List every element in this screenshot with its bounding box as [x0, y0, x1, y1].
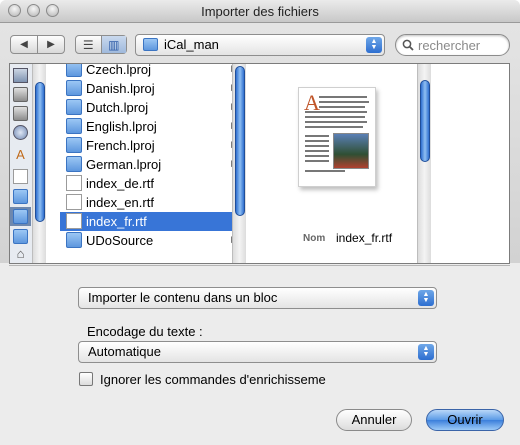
- search-input[interactable]: [416, 37, 508, 54]
- preview-scroll-thumb[interactable]: [420, 80, 430, 162]
- list-item[interactable]: French.lproj ▶: [60, 136, 244, 155]
- ignore-rich-text-label: Ignorer les commandes d'enrichisseme: [100, 372, 326, 387]
- location-popup[interactable]: iCal_man ▲ ▼: [135, 34, 385, 56]
- forward-button[interactable]: ▶: [37, 36, 64, 53]
- list-item[interactable]: UDoSource ▶: [60, 231, 244, 250]
- folder-icon: [66, 99, 82, 115]
- file-name: index_de.rtf: [86, 176, 154, 191]
- search-field: [395, 34, 510, 56]
- folder-icon[interactable]: [13, 189, 28, 204]
- window-title: Importer des fichiers: [201, 4, 319, 19]
- list-item[interactable]: Czech.lproj ▶: [60, 64, 244, 79]
- file-name: German.lproj: [86, 157, 162, 172]
- import-files-dialog: Importer des fichiers ◀ ▶ ☰ ▥ iCal_man ▲…: [0, 0, 520, 445]
- network-icon[interactable]: [13, 125, 28, 140]
- preview-name-value: index_fr.rtf: [336, 231, 393, 245]
- title-bar: Importer des fichiers: [0, 0, 520, 23]
- column-view-button[interactable]: ▥: [100, 36, 126, 53]
- list-item[interactable]: Dutch.lproj ▶: [60, 98, 244, 117]
- folder-icon[interactable]: [13, 229, 28, 244]
- popup-arrows-icon: ▲ ▼: [418, 344, 434, 360]
- folder-icon: [66, 80, 82, 96]
- file-browser: A ⌂ Czech.lproj ▶ Danish.lproj ▶: [9, 63, 510, 264]
- folder-icon: [66, 118, 82, 134]
- file-name: French.lproj: [86, 138, 155, 153]
- document-icon: [66, 213, 82, 229]
- column-view-icon: ▥: [108, 37, 120, 52]
- folder-icon: [66, 232, 82, 248]
- navigation-segmented-control: ◀ ▶: [10, 35, 65, 54]
- folder-icon: [66, 137, 82, 153]
- list-item[interactable]: Danish.lproj ▶: [60, 79, 244, 98]
- encoding-popup[interactable]: Automatique ▲ ▼: [78, 341, 437, 363]
- document-preview-image: A: [298, 87, 376, 187]
- file-list-scrollbar[interactable]: [232, 64, 246, 263]
- folder-icon[interactable]: [13, 209, 28, 224]
- sidebar: A ⌂: [10, 64, 33, 263]
- encoding-value: Automatique: [88, 344, 161, 359]
- disk-icon[interactable]: [13, 106, 28, 121]
- computer-icon[interactable]: [13, 68, 28, 83]
- folder-icon: [66, 156, 82, 172]
- open-button[interactable]: Ouvrir: [426, 409, 504, 431]
- ignore-rich-text-checkbox[interactable]: [79, 372, 93, 386]
- document-icon: [66, 175, 82, 191]
- folder-icon: [66, 64, 82, 77]
- preview-column: A Nom index_fr.rtf: [246, 64, 428, 263]
- divider: [9, 265, 510, 266]
- search-icon: [402, 39, 414, 51]
- document-icon[interactable]: [13, 169, 28, 184]
- applications-icon[interactable]: A: [13, 148, 28, 163]
- list-view-icon: ☰: [82, 37, 94, 52]
- import-mode-value: Importer le contenu dans un bloc: [88, 290, 278, 305]
- encoding-label: Encodage du texte :: [87, 324, 203, 339]
- list-item[interactable]: index_de.rtf: [60, 174, 244, 193]
- file-list-scroll-thumb[interactable]: [235, 66, 245, 216]
- home-icon[interactable]: ⌂: [13, 247, 28, 262]
- disk-icon[interactable]: [13, 87, 28, 102]
- sidebar-scrollbar[interactable]: [32, 64, 46, 263]
- file-list-column: Czech.lproj ▶ Danish.lproj ▶ Dutch.lproj…: [60, 64, 245, 263]
- popup-arrows-icon: ▲ ▼: [418, 290, 434, 306]
- back-arrow-icon: ◀: [20, 39, 28, 50]
- file-name: English.lproj: [86, 119, 157, 134]
- file-name: UDoSource: [86, 233, 154, 248]
- back-button[interactable]: ◀: [11, 36, 37, 53]
- folder-icon: [143, 38, 158, 51]
- forward-arrow-icon: ▶: [47, 39, 55, 50]
- list-item[interactable]: index_en.rtf: [60, 193, 244, 212]
- file-name: index_fr.rtf: [86, 214, 147, 229]
- file-name: Danish.lproj: [86, 81, 155, 96]
- preview-photo: [333, 133, 369, 169]
- popup-arrows-icon: ▲ ▼: [366, 37, 382, 53]
- preview-scrollbar[interactable]: [417, 64, 431, 263]
- file-name: index_en.rtf: [86, 195, 154, 210]
- file-name: Dutch.lproj: [86, 100, 149, 115]
- list-view-button[interactable]: ☰: [76, 36, 101, 53]
- cancel-button[interactable]: Annuler: [336, 409, 412, 431]
- list-item[interactable]: German.lproj ▶: [60, 155, 244, 174]
- list-item-selected[interactable]: index_fr.rtf: [60, 212, 244, 231]
- file-name: Czech.lproj: [86, 64, 152, 77]
- document-icon: [66, 194, 82, 210]
- view-mode-segmented-control: ☰ ▥: [75, 35, 127, 54]
- sidebar-scroll-thumb[interactable]: [35, 82, 45, 222]
- list-item[interactable]: English.lproj ▶: [60, 117, 244, 136]
- preview-name-label: Nom: [303, 233, 326, 244]
- import-mode-popup[interactable]: Importer le contenu dans un bloc ▲ ▼: [78, 287, 437, 309]
- location-popup-label: iCal_man: [164, 37, 219, 52]
